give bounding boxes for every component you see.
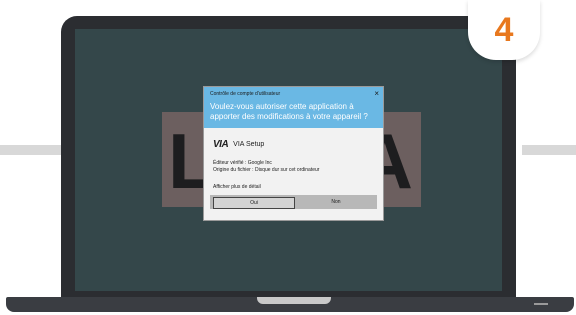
laptop-base	[6, 297, 574, 312]
no-button[interactable]: Non	[296, 197, 376, 207]
origin-line: Origine du fichier : Disque dur sur cet …	[213, 167, 320, 173]
uac-dialog-header: Contrôle de compte d'utilisateur × Voule…	[204, 87, 383, 128]
publisher-line: Éditeur vérifié : Google Inc	[213, 160, 272, 166]
laptop-indicator	[534, 303, 548, 305]
close-icon[interactable]: ×	[374, 89, 379, 98]
yes-button[interactable]: Oui	[213, 197, 295, 209]
background-line-left	[0, 145, 64, 155]
dialog-question: Voulez-vous autoriser cette application …	[210, 102, 368, 121]
show-details-link[interactable]: Afficher plus de détail	[213, 184, 261, 190]
app-meta: Éditeur vérifié : Google Inc Origine du …	[213, 160, 319, 174]
dialog-caption: Contrôle de compte d'utilisateur	[210, 91, 281, 97]
via-logo-icon: VIA	[213, 139, 229, 150]
laptop-notch	[257, 297, 331, 304]
uac-dialog: Contrôle de compte d'utilisateur × Voule…	[203, 86, 384, 221]
app-name: VIA Setup	[233, 141, 265, 148]
step-number-badge: 4	[468, 0, 540, 60]
app-info-row: VIA VIA Setup	[213, 139, 264, 150]
background-line-right	[522, 145, 576, 155]
